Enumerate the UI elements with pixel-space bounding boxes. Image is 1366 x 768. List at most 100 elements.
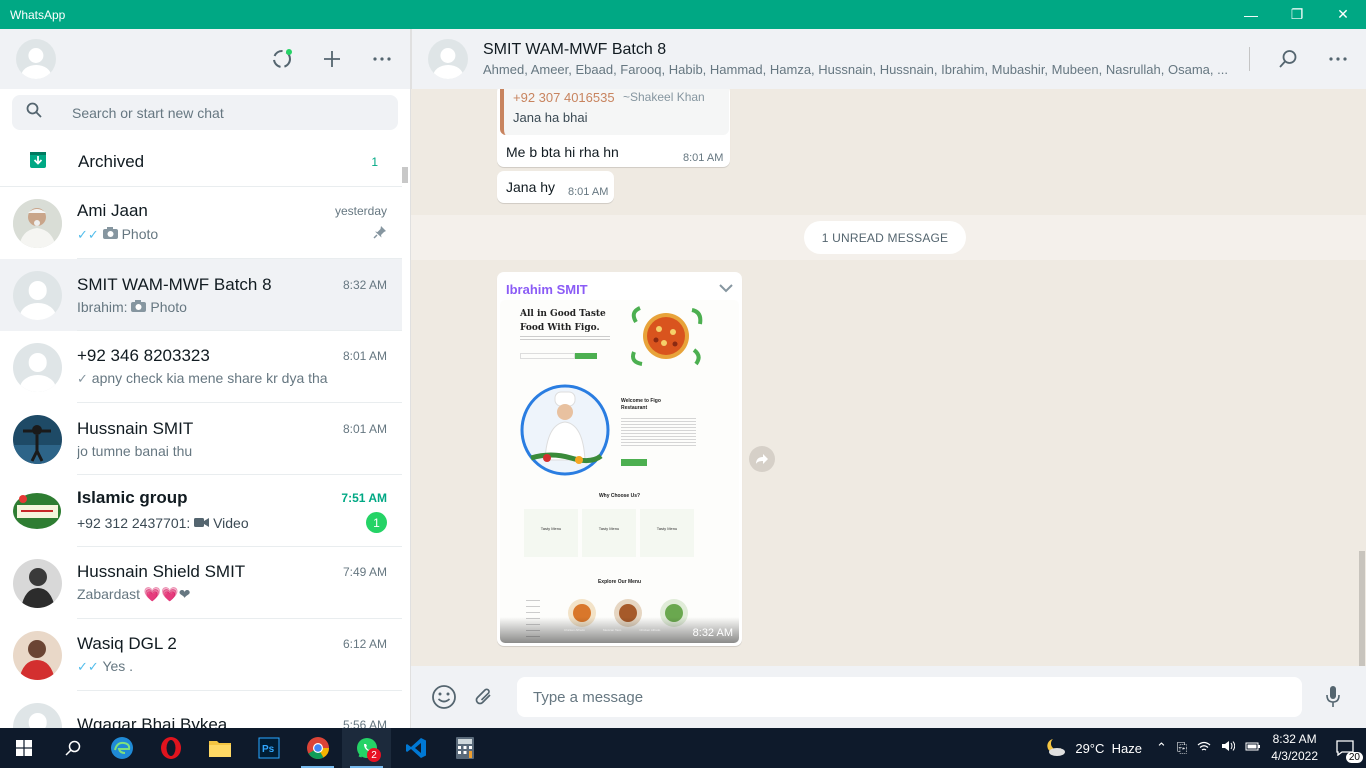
- chat-name: +92 346 8203323: [77, 346, 210, 365]
- chevron-up-icon[interactable]: ⌃: [1156, 740, 1167, 756]
- chat-item[interactable]: Islamic group 7:51 AM +92 312 2437701: Vi…: [0, 475, 402, 547]
- chat-name: Hussnain Shield SMIT: [77, 562, 246, 581]
- my-avatar[interactable]: [16, 39, 56, 79]
- file-explorer-icon[interactable]: [195, 728, 244, 768]
- image-text-lines: [520, 336, 610, 342]
- chrome-icon[interactable]: [293, 728, 342, 768]
- chat-name: Wqaqar Bhai Bykea: [77, 714, 228, 729]
- chat-preview: Yes .: [102, 658, 134, 674]
- message-input[interactable]: [517, 677, 1302, 717]
- chat-preview: Zabardast 💗💗❤: [77, 586, 191, 602]
- speaker-icon[interactable]: [1221, 740, 1236, 756]
- calculator-icon[interactable]: [440, 728, 489, 768]
- status-icon[interactable]: [270, 47, 294, 71]
- image-card: Tasty Menu: [582, 509, 636, 557]
- notification-icon[interactable]: 20: [1332, 735, 1363, 763]
- image-cards: Tasty Menu Tasty Menu Tasty Menu: [524, 509, 694, 557]
- search-wrap: [0, 89, 410, 138]
- chat-name: Islamic group: [77, 488, 188, 507]
- image-heading: All in Good Taste Food With Figo.: [520, 307, 606, 335]
- wifi-icon[interactable]: [1197, 740, 1211, 756]
- unread-pill: 1 UNREAD MESSAGE: [804, 221, 966, 254]
- menu-icon[interactable]: [1326, 47, 1350, 71]
- contact-avatar: [13, 630, 62, 680]
- message-text: Me b bta hi rha hn: [506, 144, 619, 160]
- left-header: [0, 29, 410, 89]
- new-chat-icon[interactable]: [320, 47, 344, 71]
- contact-avatar: [13, 486, 62, 536]
- windows-start-icon[interactable]: [0, 728, 48, 768]
- message-bubble[interactable]: Jana hy 8:01 AM: [497, 171, 614, 203]
- photoshop-icon[interactable]: Ps: [244, 728, 293, 768]
- chat-name: Hussnain SMIT: [77, 418, 194, 438]
- chat-list-scrollbar[interactable]: [402, 167, 408, 183]
- image-welcome-button: [621, 459, 647, 466]
- quoted-number: +92 307 4016535: [513, 90, 615, 105]
- video-icon: [194, 515, 210, 531]
- chat-item[interactable]: Wqaqar Bhai Bykea 5:56 AM: [0, 691, 402, 728]
- clock-date: 4/3/2022: [1271, 749, 1318, 763]
- chat-item-active[interactable]: SMIT WAM-MWF Batch 8 8:32 AM Ibrahim: Pho…: [0, 259, 402, 331]
- whatsapp-taskbar-icon[interactable]: 2: [342, 728, 391, 768]
- chat-preview: Photo: [150, 298, 187, 315]
- chat-time: 7:49 AM: [342, 565, 387, 579]
- emoji-icon[interactable]: [429, 682, 459, 712]
- microphone-icon[interactable]: [1318, 682, 1348, 712]
- search-box[interactable]: [12, 95, 398, 130]
- image-card: Tasty Menu: [524, 509, 578, 557]
- chat-item[interactable]: +92 346 8203323 8:01 AM ✓ apny check kia …: [0, 331, 402, 403]
- app: Archived 1 Ami Jaan yesterday ✓✓ Photo: [0, 29, 1366, 728]
- camera-icon: [131, 299, 147, 315]
- image-welcome-title: Welcome to Figo: [621, 398, 661, 404]
- group-avatar[interactable]: [428, 39, 468, 79]
- minimize-button[interactable]: —: [1228, 0, 1274, 29]
- restore-button[interactable]: ❐: [1274, 0, 1320, 29]
- close-button[interactable]: ✕: [1320, 0, 1366, 29]
- weather-widget[interactable]: 29°C Haze: [1043, 737, 1142, 760]
- search-icon[interactable]: [1276, 47, 1300, 71]
- conversation-header[interactable]: SMIT WAM-MWF Batch 8 Ahmed, Ameer, Ebaad…: [411, 29, 1366, 89]
- chat-time: 8:01 AM: [342, 349, 387, 363]
- chat-preview: Photo: [121, 226, 159, 242]
- chat-item[interactable]: Ami Jaan yesterday ✓✓ Photo: [0, 187, 402, 259]
- device-icon[interactable]: ⎘: [1177, 740, 1187, 756]
- double-tick-icon: ✓✓: [77, 227, 99, 242]
- messages-scrollbar[interactable]: [1359, 551, 1365, 666]
- chat-name: SMIT WAM-MWF Batch 8: [77, 274, 272, 294]
- composer: [411, 666, 1366, 728]
- contact-avatar: [13, 558, 62, 608]
- image-message-bubble[interactable]: Ibrahim SMIT All in Good Taste Food With…: [497, 272, 742, 646]
- message-text: Jana hy: [506, 179, 556, 195]
- battery-icon[interactable]: [1245, 740, 1261, 756]
- vscode-icon[interactable]: [391, 728, 440, 768]
- image-card: Tasty Menu: [640, 509, 694, 557]
- chat-item[interactable]: Wasiq DGL 2 6:12 AM ✓✓ Yes .: [0, 619, 402, 691]
- message-sender[interactable]: Ibrahim SMIT: [506, 282, 588, 297]
- forward-icon[interactable]: [749, 446, 775, 472]
- search-input[interactable]: [72, 104, 352, 121]
- chat-list: Archived 1 Ami Jaan yesterday ✓✓ Photo S…: [0, 138, 402, 728]
- quoted-message[interactable]: +92 307 4016535 ~Shakeel Khan Jana ha bh…: [500, 89, 729, 135]
- notification-count: 20: [1345, 752, 1363, 763]
- edge-icon[interactable]: [97, 728, 146, 768]
- archived-row[interactable]: Archived 1: [0, 138, 402, 187]
- opera-icon[interactable]: [146, 728, 195, 768]
- image-explore: Explore Our Menu: [597, 579, 642, 585]
- conversation-name: SMIT WAM-MWF Batch 8: [483, 41, 667, 58]
- unread-badge: 1: [366, 512, 387, 533]
- chat-preview-prefix: +92 312 2437701:: [77, 514, 195, 531]
- shared-image[interactable]: All in Good Taste Food With Figo. Welcom…: [500, 300, 739, 643]
- chevron-down-icon[interactable]: [719, 280, 733, 298]
- conversation-pane: SMIT WAM-MWF Batch 8 Ahmed, Ameer, Ebaad…: [411, 29, 1366, 728]
- menu-icon[interactable]: [370, 47, 394, 71]
- chat-item[interactable]: Hussnain Shield SMIT 7:49 AM Zabardast 💗💗…: [0, 547, 402, 619]
- chat-item[interactable]: Hussnain SMIT 8:01 AM jo tumne banai thu: [0, 403, 402, 475]
- clock[interactable]: 8:32 AM 4/3/2022: [1271, 731, 1318, 765]
- conversation-members: Ahmed, Ameer, Ebaad, Farooq, Habib, Hamm…: [483, 62, 1228, 77]
- system-tray: 29°C Haze ⌃ ⎘ 8:32 AM 4/3/2022 20: [1043, 728, 1366, 768]
- message-area: +92 307 4016535 ~Shakeel Khan Jana ha bh…: [411, 89, 1366, 666]
- chat-time: 6:12 AM: [342, 637, 387, 651]
- taskbar-search-icon[interactable]: [48, 728, 97, 768]
- attach-icon[interactable]: [469, 682, 499, 712]
- weather-text: 29°C Haze: [1075, 740, 1142, 756]
